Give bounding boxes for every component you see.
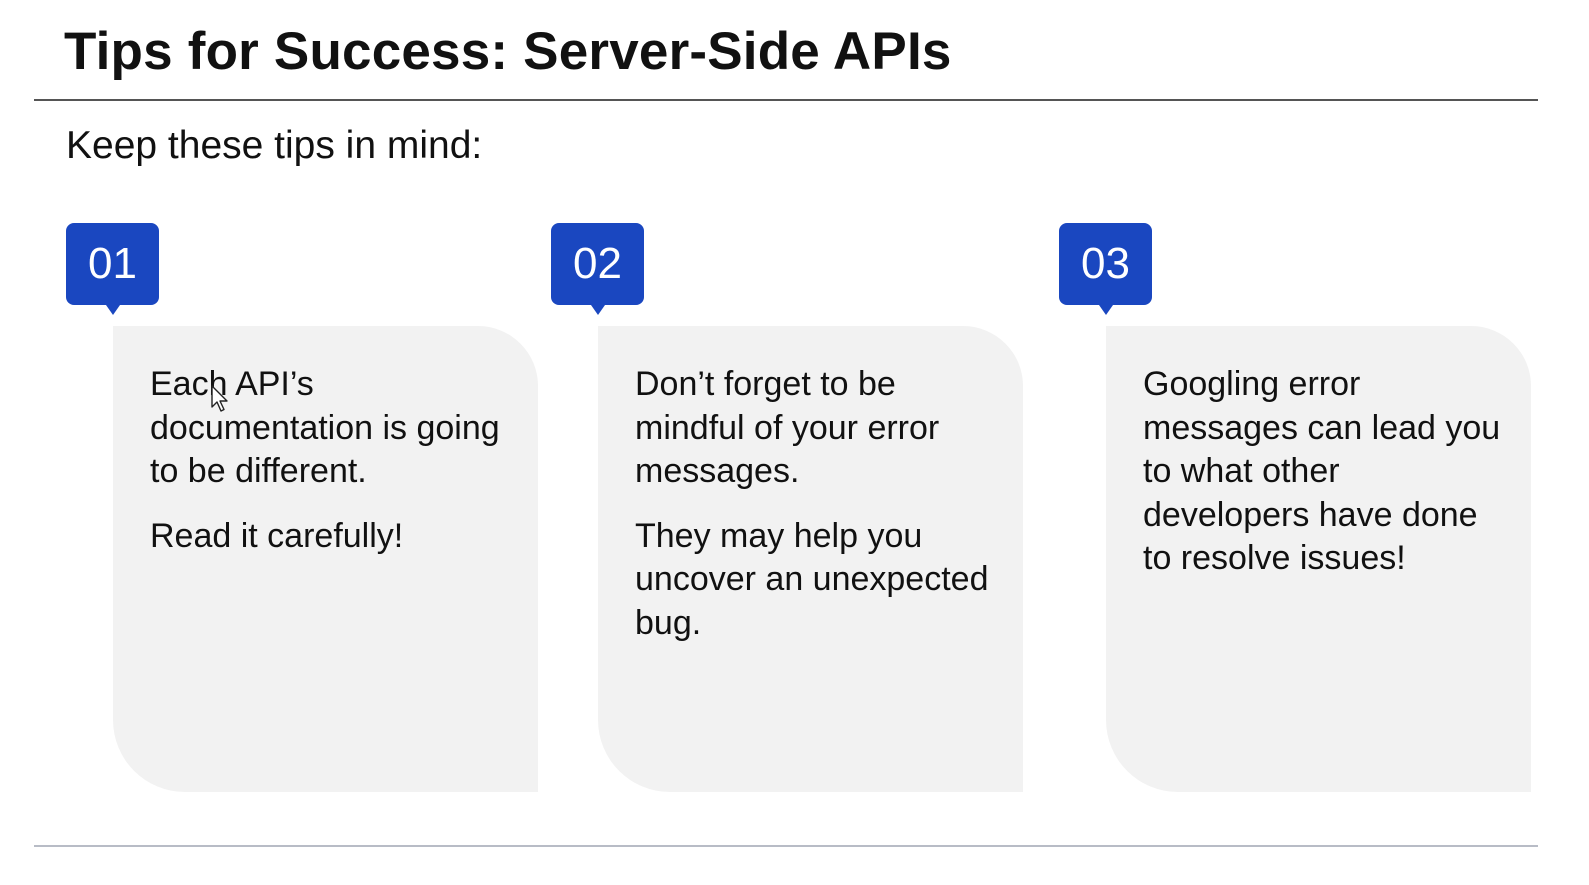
tip-1-paragraph-1: Each API’s documentation is going to be … (150, 365, 500, 490)
title-divider (34, 99, 1538, 101)
tip-number-badge-3: 03 (1059, 223, 1152, 315)
slide-subtitle: Keep these tips in mind: (66, 124, 483, 167)
tip-1-paragraph-2: Read it carefully! (150, 516, 404, 555)
tip-2-paragraph-2: They may help you uncover an unexpected … (635, 516, 989, 642)
tip-3-paragraph-1: Googling error messages can lead you to … (1143, 365, 1501, 577)
bottom-divider (34, 845, 1538, 847)
tip-2-paragraph-1: Don’t forget to be mindful of your error… (635, 365, 940, 490)
tip-text-2: Don’t forget to be mindful of your error… (635, 363, 1000, 666)
tip-text-1: Each API’s documentation is going to be … (150, 363, 515, 579)
mouse-pointer-icon (211, 385, 228, 412)
slide-title: Tips for Success: Server-Side APIs (64, 22, 952, 81)
tip-text-3: Googling error messages can lead you to … (1143, 363, 1513, 602)
tip-number-badge-2: 02 (551, 223, 644, 315)
tip-number-badge-1: 01 (66, 223, 159, 315)
